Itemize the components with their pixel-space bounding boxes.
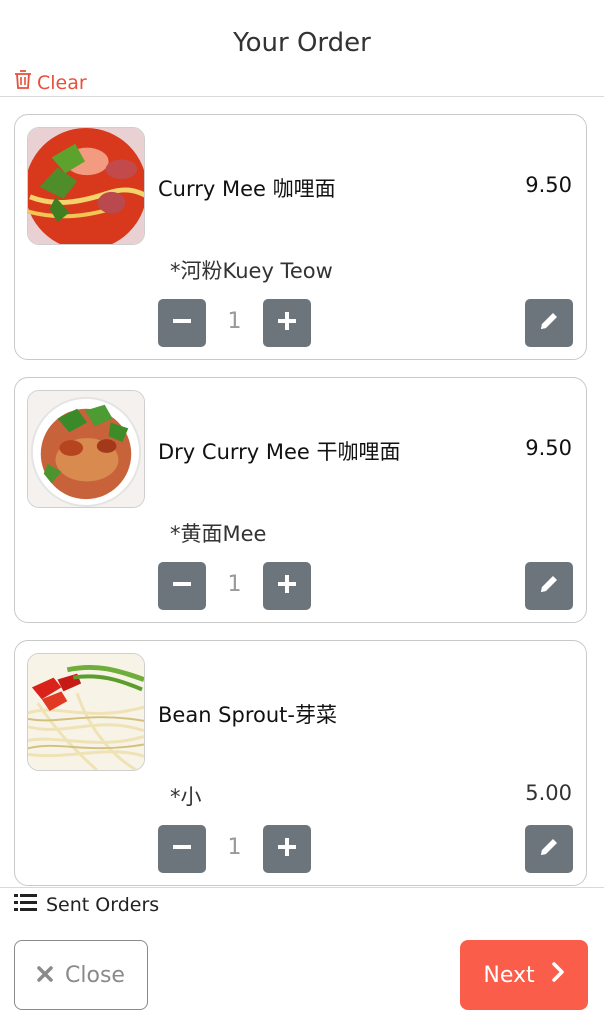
decrease-quantity-button[interactable] [158,825,206,873]
list-icon [14,893,37,917]
item-name: Bean Sprout-芽菜 [158,703,337,727]
item-name: Curry Mee 咖哩面 [158,177,336,201]
quantity-value: 1 [227,572,242,597]
item-price: 5.00 [525,781,572,805]
order-item: Bean Sprout-芽菜 *小 5.00 1 [14,640,587,886]
sent-orders-button[interactable]: Sent Orders [14,893,159,917]
close-button[interactable]: Close [14,940,148,1010]
item-price: 9.50 [525,173,572,197]
increase-quantity-button[interactable] [263,825,311,873]
close-label: Close [65,962,125,988]
pencil-icon [538,310,560,336]
clear-button[interactable]: Clear [14,70,87,95]
edit-item-button[interactable] [525,825,573,873]
sent-orders-label: Sent Orders [46,894,160,916]
plus-icon [276,836,298,862]
next-label: Next [483,962,535,988]
pencil-icon [538,836,560,862]
bean-sprout-photo-icon [27,653,145,771]
curry-mee-photo-icon [27,127,145,245]
item-price: 9.50 [525,436,572,460]
order-list[interactable]: Curry Mee 咖哩面 9.50 *河粉Kuey Teow 1 Dry Cu… [0,97,604,887]
quantity-value: 1 [227,309,242,334]
edit-item-button[interactable] [525,562,573,610]
minus-icon [171,836,193,862]
trash-icon [14,70,32,95]
next-button[interactable]: Next [460,940,588,1010]
dry-curry-mee-photo-icon [27,390,145,508]
chevron-right-icon [551,962,565,988]
header: Your Order Clear [0,0,604,97]
close-icon [37,963,53,988]
plus-icon [276,310,298,336]
pencil-icon [538,573,560,599]
decrease-quantity-button[interactable] [158,562,206,610]
clear-label: Clear [37,71,87,94]
increase-quantity-button[interactable] [263,299,311,347]
minus-icon [171,573,193,599]
page-title: Your Order [233,28,371,58]
minus-icon [171,310,193,336]
quantity-value: 1 [227,835,242,860]
item-option: *河粉Kuey Teow [170,259,333,283]
edit-item-button[interactable] [525,299,573,347]
item-name: Dry Curry Mee 干咖哩面 [158,440,401,464]
order-item: Curry Mee 咖哩面 9.50 *河粉Kuey Teow 1 [14,114,587,360]
item-option: *黄面Mee [170,522,267,546]
item-option: *小 [170,785,202,809]
decrease-quantity-button[interactable] [158,299,206,347]
plus-icon [276,573,298,599]
footer-divider [0,887,604,888]
order-item: Dry Curry Mee 干咖哩面 9.50 *黄面Mee 1 [14,377,587,623]
increase-quantity-button[interactable] [263,562,311,610]
